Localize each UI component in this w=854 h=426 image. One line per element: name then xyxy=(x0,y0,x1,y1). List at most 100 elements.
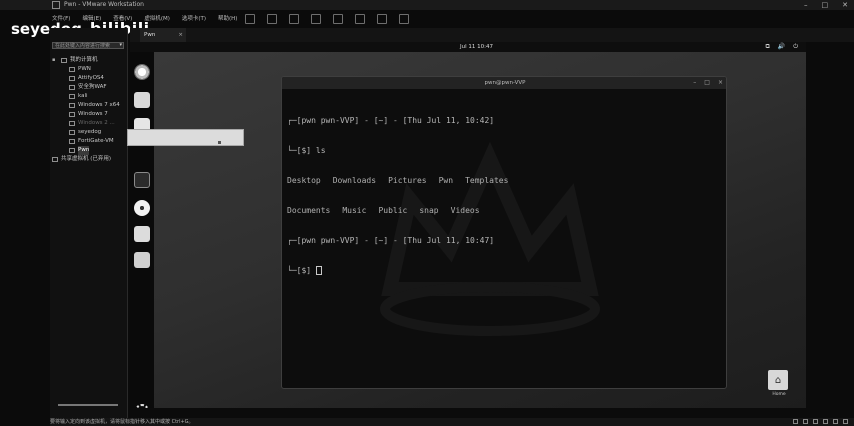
text-cursor xyxy=(315,266,322,275)
guest-display[interactable]: Jul 11 10:47 ⧉ 🔊 ⏻ pwn@pwn-VVP – □ × ┌─[… xyxy=(130,42,806,408)
vm-icon xyxy=(69,130,75,135)
tab-close-icon[interactable]: × xyxy=(178,28,183,42)
tree-item-selected[interactable]: Pwn xyxy=(52,146,128,155)
terminal-maximize-button[interactable]: □ xyxy=(704,77,710,89)
ls-entry: Desktop xyxy=(287,176,321,185)
files-icon[interactable] xyxy=(134,92,150,108)
network-icon[interactable]: ⧉ xyxy=(765,42,769,52)
ls-entry: Videos xyxy=(450,206,480,215)
ls-entry: snap xyxy=(419,206,439,215)
ls-entry: Public xyxy=(378,206,408,215)
tab-pwn[interactable]: Pwn × xyxy=(140,28,186,42)
display-icon[interactable] xyxy=(843,419,848,424)
terminal-window-controls: – □ × xyxy=(693,77,723,89)
vm-tabstrip: Pwn × xyxy=(130,28,854,42)
chevron-down-icon[interactable]: ▾ xyxy=(119,43,122,48)
home-folder-label: Home xyxy=(772,392,786,397)
usb-icon[interactable] xyxy=(823,419,828,424)
ls-entry: Pwn xyxy=(438,176,454,185)
statusbar: 要将输入定向到该虚拟机，请将鼠标指针移入其中或按 Ctrl+G。 xyxy=(50,418,854,426)
tree-item[interactable]: kali xyxy=(52,92,128,101)
tree-root[interactable]: ▪ 我的计算机 xyxy=(52,56,128,65)
computer-icon xyxy=(61,58,67,63)
vm-icon xyxy=(69,112,75,117)
firefox-icon[interactable] xyxy=(134,64,150,80)
terminal-close-button[interactable]: × xyxy=(718,77,723,89)
vm-icon xyxy=(69,103,75,108)
disc-icon[interactable] xyxy=(134,200,150,216)
terminal-titlebar[interactable]: pwn@pwn-VVP – □ × xyxy=(282,77,726,89)
terminal-minimize-button[interactable]: – xyxy=(693,77,696,89)
terminal-window[interactable]: pwn@pwn-VVP – □ × ┌─[pwn pwn-VVP] - [~] … xyxy=(281,76,727,389)
guest-clock[interactable]: Jul 11 10:47 xyxy=(460,42,493,52)
library-panel: 在此处键入内容进行搜索 ▾ ▪ 我的计算机 PWN AttifyOS4 安全狗W… xyxy=(50,28,128,420)
revert-icon[interactable] xyxy=(289,14,299,24)
sound-icon[interactable] xyxy=(833,419,838,424)
tree-item-label: kali xyxy=(78,93,88,99)
menu-help[interactable]: 帮助(H) xyxy=(218,11,237,27)
terminal-title: pwn@pwn-VVP xyxy=(484,80,526,86)
tree-item-label: PWN xyxy=(78,66,91,72)
minimize-button[interactable]: – xyxy=(804,0,808,10)
stretch-icon[interactable] xyxy=(399,14,409,24)
ls-entry: Downloads xyxy=(332,176,377,185)
horizontal-scrollbar[interactable] xyxy=(58,404,118,406)
search-placeholder: 在此处键入内容进行搜索 xyxy=(55,43,111,49)
home-folder-icon[interactable]: ⌂ xyxy=(768,370,788,390)
ls-entry: Templates xyxy=(465,176,509,185)
guest-top-panel: Jul 11 10:47 ⧉ 🔊 ⏻ xyxy=(130,42,806,52)
manage-snapshots-icon[interactable] xyxy=(311,14,321,24)
tree-item-label: FortiGate-VM xyxy=(78,138,114,144)
trash-icon[interactable] xyxy=(134,252,150,268)
tree-item-label: AttifyOS4 xyxy=(78,75,104,81)
tree-item-label: Pwn xyxy=(78,146,90,155)
tree-item-label: Windows 2 ... xyxy=(78,120,115,126)
window-controls: – □ ✕ xyxy=(804,0,848,10)
vm-icon xyxy=(69,139,75,144)
close-button[interactable]: ✕ xyxy=(842,0,848,10)
terminal-prompt: └─[$] xyxy=(287,266,316,275)
tree-item[interactable]: 安全狗WAF xyxy=(52,83,128,92)
vm-icon xyxy=(69,94,75,99)
hdd-icon[interactable] xyxy=(793,419,798,424)
console-view-icon[interactable] xyxy=(377,14,387,24)
toolbar xyxy=(245,11,409,27)
terminal-prompt-line: └─[$] xyxy=(287,266,508,276)
vm-icon xyxy=(69,67,75,72)
terminal-line: ┌─[pwn pwn-VVP] - [~] - [Thu Jul 11, 10:… xyxy=(287,116,495,125)
tree-item-label: Windows 7 x64 xyxy=(78,102,120,108)
collapse-icon[interactable]: ▪ xyxy=(52,56,58,65)
cdrom-icon[interactable] xyxy=(803,419,808,424)
network-adapter-icon[interactable] xyxy=(813,419,818,424)
tree-item[interactable]: FortiGate-VM xyxy=(52,137,128,146)
host-titlebar: Pwn - VMware Workstation – □ ✕ xyxy=(0,0,854,10)
maximize-button[interactable]: □ xyxy=(822,0,829,10)
tree-item[interactable]: Windows 2 ... xyxy=(52,119,128,128)
tree-item[interactable]: Windows 7 xyxy=(52,110,128,119)
status-text: 要将输入定向到该虚拟机，请将鼠标指针移入其中或按 Ctrl+G。 xyxy=(50,419,194,425)
menu-tabs[interactable]: 选项卡(T) xyxy=(182,11,206,27)
vm-icon xyxy=(69,76,75,81)
power-icon[interactable]: ⏻ xyxy=(793,42,798,52)
fullscreen-icon[interactable] xyxy=(333,14,343,24)
ls-entry: Pictures xyxy=(388,176,427,185)
guest-system-tray[interactable]: ⧉ 🔊 ⏻ xyxy=(765,42,798,52)
terminal-output[interactable]: ┌─[pwn pwn-VVP] - [~] - [Thu Jul 11, 10:… xyxy=(287,96,508,296)
show-apps-icon[interactable] xyxy=(135,404,149,408)
tree-item[interactable]: AttifyOS4 xyxy=(52,74,128,83)
window-title: Pwn - VMware Workstation xyxy=(64,1,144,8)
tree-item-label: 安全狗WAF xyxy=(78,84,107,90)
pause-button[interactable] xyxy=(245,14,255,24)
unity-icon[interactable] xyxy=(355,14,365,24)
terminal-icon[interactable] xyxy=(134,172,150,188)
library-search-input[interactable]: 在此处键入内容进行搜索 ▾ xyxy=(52,42,124,49)
tree-item[interactable]: Windows 7 x64 xyxy=(52,101,128,110)
tree-shared[interactable]: 共享虚拟机 (已弃用) xyxy=(52,155,128,164)
disk-icon[interactable] xyxy=(134,226,150,242)
vmware-icon xyxy=(52,1,60,9)
tree-item[interactable]: seyedog xyxy=(52,128,128,137)
tree-shared-label: 共享虚拟机 (已弃用) xyxy=(61,156,112,162)
tree-item[interactable]: PWN xyxy=(52,65,128,74)
snapshot-icon[interactable] xyxy=(267,14,277,24)
volume-icon[interactable]: 🔊 xyxy=(778,42,785,52)
